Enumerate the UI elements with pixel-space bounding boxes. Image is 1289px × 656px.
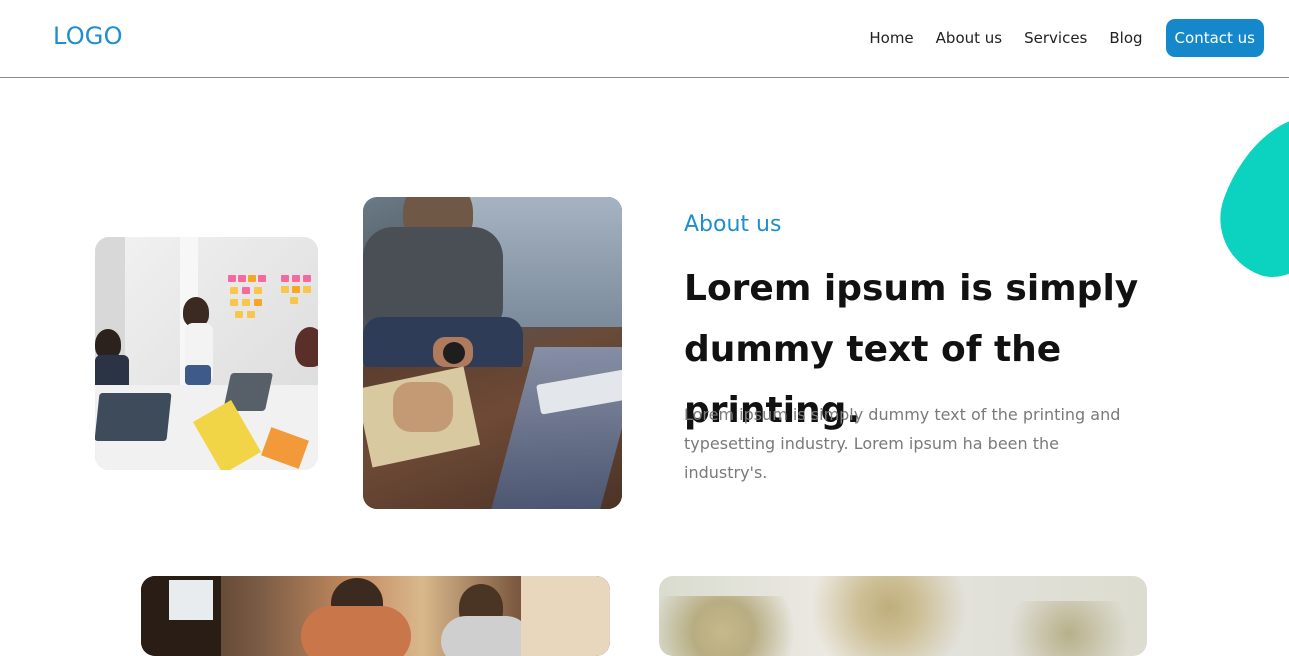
nav-blog-link[interactable]: Blog xyxy=(1109,19,1142,57)
nav-home-link[interactable]: Home xyxy=(869,19,913,57)
main-nav: Home About us Services Blog Contact us xyxy=(847,19,1264,57)
office-meeting-image xyxy=(95,237,318,470)
section-body-text: Lorem ipsum is simply dummy text of the … xyxy=(684,405,1121,482)
writing-at-table-image xyxy=(363,197,622,509)
team-discussion-image xyxy=(141,576,610,656)
site-header: LOGO Home About us Services Blog Contact… xyxy=(0,0,1289,78)
nav-about-link[interactable]: About us xyxy=(936,19,1002,57)
logo[interactable]: LOGO xyxy=(53,22,123,50)
contact-us-button[interactable]: Contact us xyxy=(1165,19,1264,57)
nav-services-link[interactable]: Services xyxy=(1024,19,1087,57)
office-plants-image xyxy=(659,576,1147,656)
section-eyebrow: About us xyxy=(684,212,782,237)
